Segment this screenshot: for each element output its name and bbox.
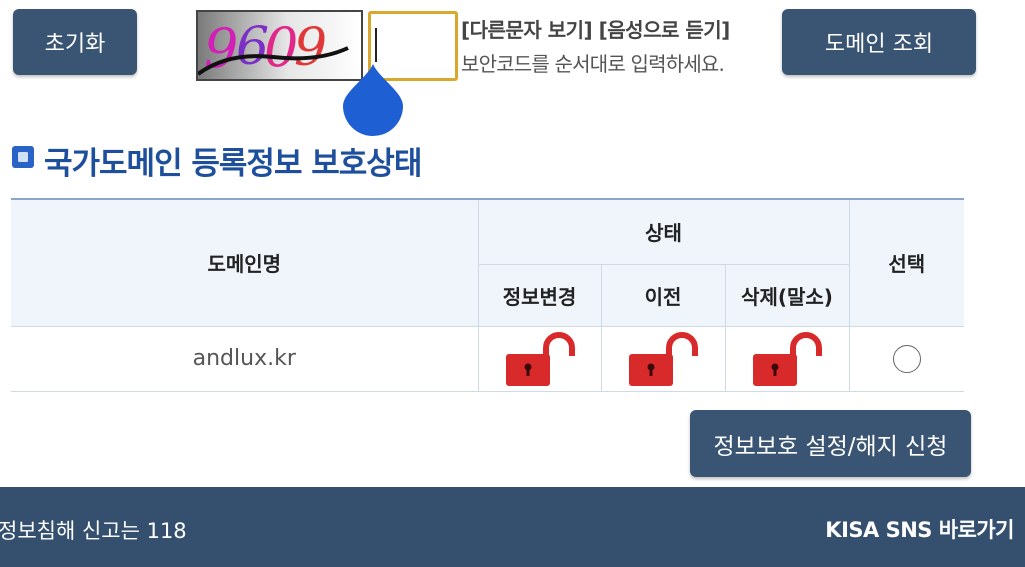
captcha-hint: 보안코드를 순서대로 입력하세요. (461, 52, 725, 76)
header-status: 상태 (477, 198, 850, 265)
text-caret (375, 28, 377, 62)
reset-button[interactable]: 초기화 (13, 9, 137, 75)
header-delete: 삭제(말소) (724, 263, 850, 327)
header-transfer: 이전 (600, 263, 726, 327)
other-captcha-link[interactable]: [다른문자 보기] (461, 18, 593, 42)
domain-name-cell: andlux.kr (11, 325, 479, 392)
footer-report-text: 정보침해 신고는 118 (0, 519, 187, 543)
captcha-links: [다른문자 보기] [음성으로 듣기] (461, 14, 730, 43)
unlocked-icon (753, 331, 823, 386)
delete-status (724, 325, 850, 392)
table-row: andlux.kr (11, 325, 965, 392)
unlocked-icon (505, 331, 575, 386)
captcha-graphic: 9 6 0 9 (198, 12, 361, 79)
header-info-change: 정보변경 (478, 263, 602, 327)
protection-status-table: 도메인명 상태 선택 정보변경 이전 삭제(말소) andlux.kr (11, 198, 965, 392)
header-select: 선택 (848, 198, 965, 327)
header-domain: 도메인명 (11, 198, 479, 327)
section-bullet-icon (12, 146, 34, 168)
transfer-status (600, 325, 726, 392)
svg-text:9: 9 (204, 17, 238, 79)
select-radio[interactable] (892, 344, 921, 373)
captcha-image: 9 6 0 9 (196, 10, 363, 81)
svg-text:9: 9 (294, 18, 327, 78)
unlocked-icon (629, 331, 698, 386)
domain-lookup-button[interactable]: 도메인 조회 (782, 9, 976, 75)
footer-sns-link[interactable]: KISA SNS 바로가기 (825, 514, 1014, 544)
section-title: 국가도메인 등록정보 보호상태 (44, 146, 422, 182)
footer: 정보침해 신고는 118 KISA SNS 바로가기 (0, 487, 1025, 567)
apply-protection-button[interactable]: 정보보호 설정/해지 신청 (690, 410, 971, 477)
audio-captcha-link[interactable]: [음성으로 듣기] (599, 18, 731, 42)
text-selection-handle-icon[interactable] (341, 62, 405, 136)
select-cell (848, 325, 965, 392)
info-change-status (477, 325, 602, 392)
